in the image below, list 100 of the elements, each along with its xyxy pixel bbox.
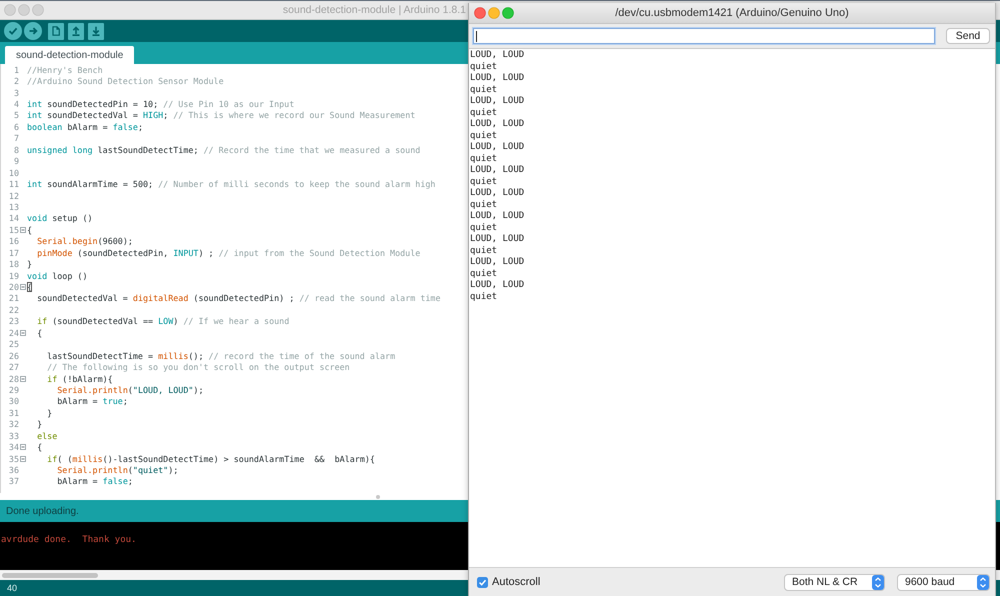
line-number: 10 bbox=[8, 168, 19, 178]
right-arrow-icon bbox=[28, 26, 38, 36]
line-number: 2 bbox=[14, 76, 19, 86]
code-line: pinMode (soundDetectedPin, INPUT) ; // input from the Sound Detection Module bbox=[37, 248, 420, 258]
output-line: LOUD, LOUD bbox=[470, 142, 524, 152]
document-icon bbox=[51, 26, 61, 36]
code-line: if (soundDetectedVal == LOW) // If we hear a sound bbox=[37, 316, 290, 326]
zoom-button[interactable] bbox=[32, 4, 44, 16]
code-line: boolean bAlarm = false; bbox=[27, 122, 143, 132]
line-number: 21 bbox=[8, 293, 19, 304]
output-line: quiet bbox=[470, 222, 498, 232]
output-line: LOUD, LOUD bbox=[470, 211, 524, 221]
output-line: quiet bbox=[470, 154, 498, 164]
code-line: lastSoundDetectTime = millis(); // record the time of the sound alarm bbox=[47, 350, 396, 361]
collapse-icon[interactable] bbox=[20, 444, 26, 450]
output-line: quiet bbox=[470, 84, 498, 94]
output-line: quiet bbox=[470, 246, 498, 256]
collapse-icon[interactable] bbox=[20, 376, 26, 382]
line-number: 16 bbox=[8, 236, 19, 246]
window-title: /dev/cu.usbmodem1421 (Arduino/Genuino Uno) bbox=[615, 7, 849, 19]
code-line: unsigned long lastSoundDetectTime; // Record the time that we measured a sound bbox=[27, 144, 420, 155]
line-number: 14 bbox=[8, 213, 19, 224]
code-line: Serial.begin(9600); bbox=[37, 236, 133, 246]
line-number: 23 bbox=[8, 316, 19, 326]
close-button[interactable] bbox=[474, 7, 486, 19]
text-cursor bbox=[476, 30, 477, 42]
line-number: 30 bbox=[8, 396, 19, 406]
output-line: LOUD, LOUD bbox=[470, 119, 524, 129]
scrollbar-thumb[interactable] bbox=[2, 572, 98, 578]
code-line: } bbox=[37, 419, 42, 430]
line-number: 3 bbox=[14, 88, 19, 98]
line-number: 4 bbox=[14, 99, 19, 110]
code-line: //Henry's Bench bbox=[27, 64, 103, 75]
up-down-chevron-icon bbox=[872, 574, 884, 590]
line-number: 8 bbox=[14, 144, 19, 155]
line-number: 9 bbox=[14, 156, 19, 166]
line-number: 27 bbox=[8, 362, 19, 372]
minimize-button[interactable] bbox=[488, 7, 500, 19]
baud-rate-dropdown[interactable]: 9600 baud bbox=[897, 574, 990, 590]
line-number: 15 bbox=[8, 224, 19, 235]
checkbox-label[interactable]: Autoscroll bbox=[492, 576, 540, 588]
code-line: } bbox=[47, 408, 52, 418]
code-line: int soundDetectedPin = 10; // Use Pin 10 as our Input bbox=[27, 99, 294, 110]
upload-button[interactable] bbox=[24, 22, 42, 40]
code-line: void setup () bbox=[27, 213, 93, 224]
output-line: quiet bbox=[470, 108, 498, 118]
collapse-icon[interactable] bbox=[20, 226, 26, 233]
console-line: avrdude done. Thank you. bbox=[1, 535, 136, 545]
close-button[interactable] bbox=[4, 4, 16, 16]
line-number: 20 bbox=[8, 282, 19, 292]
line-number: 18 bbox=[8, 259, 19, 270]
line-ending-dropdown[interactable]: Both NL & CR bbox=[784, 574, 885, 590]
save-button[interactable] bbox=[88, 22, 104, 40]
drag-handle-icon[interactable] bbox=[376, 494, 380, 498]
output-line: quiet bbox=[470, 176, 498, 186]
output-line: LOUD, LOUD bbox=[470, 257, 524, 267]
status-message: Done uploading. bbox=[6, 506, 79, 516]
down-arrow-icon bbox=[91, 26, 101, 36]
code-line: int soundAlarmTime = 500; // Number of milli seconds to keep the sound alarm high bbox=[27, 179, 436, 190]
line-indicator: 40 bbox=[7, 583, 18, 593]
zoom-button[interactable] bbox=[502, 7, 514, 19]
line-number: 35 bbox=[8, 454, 19, 464]
line-number: 34 bbox=[8, 442, 19, 452]
output-line: quiet bbox=[470, 268, 498, 278]
output-line: LOUD, LOUD bbox=[470, 96, 524, 106]
input-field[interactable] bbox=[473, 28, 935, 44]
output-line: LOUD, LOUD bbox=[470, 280, 524, 290]
checkbox[interactable] bbox=[477, 576, 488, 588]
line-number: 5 bbox=[14, 110, 19, 120]
new-button[interactable] bbox=[48, 22, 64, 40]
line-number: 31 bbox=[8, 408, 19, 418]
code-line: int soundDetectedVal = HIGH; // This is where we record our Sound Measurement bbox=[27, 110, 416, 120]
collapse-icon[interactable] bbox=[20, 284, 26, 290]
code-line: { bbox=[37, 442, 42, 452]
line-number: 29 bbox=[8, 384, 19, 395]
output-line: quiet bbox=[470, 200, 498, 210]
line-number: 12 bbox=[8, 190, 19, 201]
output-line: quiet bbox=[470, 130, 498, 140]
collapse-icon[interactable] bbox=[20, 330, 26, 336]
output-line: LOUD, LOUD bbox=[470, 165, 524, 175]
line-number: 13 bbox=[8, 202, 19, 212]
line-number: 24 bbox=[8, 328, 19, 338]
line-number: 22 bbox=[8, 304, 19, 315]
line-number: 7 bbox=[14, 133, 19, 144]
verify-button[interactable] bbox=[4, 22, 22, 40]
line-number: 33 bbox=[8, 430, 19, 441]
send-button[interactable]: Send bbox=[946, 28, 990, 44]
output-line: quiet bbox=[470, 62, 498, 72]
line-number: 36 bbox=[8, 465, 19, 476]
collapse-icon[interactable] bbox=[20, 456, 26, 462]
line-number: 32 bbox=[8, 419, 19, 430]
file-tab[interactable]: sound-detection-module bbox=[5, 46, 134, 64]
minimize-button[interactable] bbox=[18, 4, 30, 16]
code-line: Serial.println("quiet"); bbox=[57, 465, 178, 476]
output-line: quiet bbox=[470, 292, 498, 302]
open-button[interactable] bbox=[68, 22, 84, 40]
code-line: void loop () bbox=[27, 270, 88, 281]
window-title: sound-detection-module | Arduino 1.8.1 bbox=[282, 4, 466, 16]
code-line: Serial.println("LOUD, LOUD"); bbox=[57, 384, 204, 395]
code-line: soundDetectedVal = digitalRead (soundDetectedPin) ; // read the sound alarm time bbox=[37, 293, 440, 304]
